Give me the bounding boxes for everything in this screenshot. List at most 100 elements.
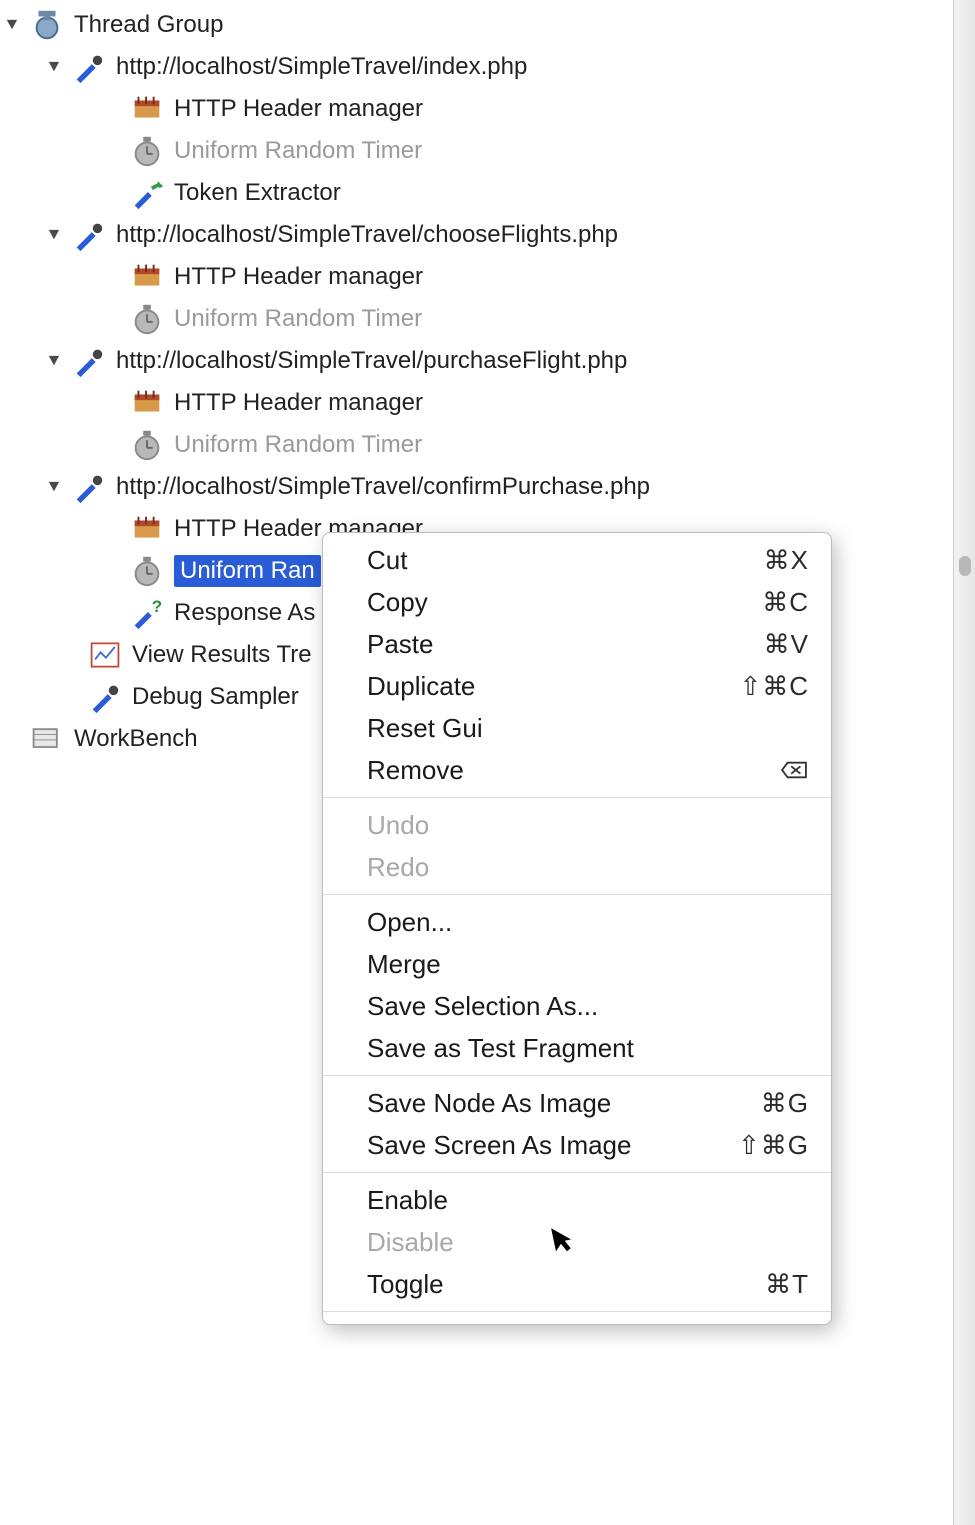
menu-shortcut: ⌘C [762, 587, 809, 618]
tree-label: Uniform Random Timer [174, 305, 422, 333]
menu-remove[interactable]: Remove [323, 749, 831, 791]
menu-duplicate[interactable]: Duplicate ⇧⌘C [323, 665, 831, 707]
menu-label: Undo [367, 810, 429, 841]
menu-undo: Undo [323, 804, 831, 846]
dropper-icon [70, 216, 108, 254]
menu-paste[interactable]: Paste ⌘V [323, 623, 831, 665]
tree-node-timer-disabled[interactable]: Uniform Random Timer [0, 298, 975, 340]
tree-label: HTTP Header manager [174, 263, 423, 291]
menu-label: Save as Test Fragment [367, 1033, 634, 1064]
tree-node-header-manager[interactable]: HTTP Header manager [0, 382, 975, 424]
menu-separator [323, 1075, 831, 1076]
menu-label: Duplicate [367, 671, 475, 702]
expand-toggle-icon[interactable]: ▼ [1, 16, 23, 34]
expand-toggle-icon[interactable]: ▼ [43, 226, 65, 244]
menu-redo: Redo [323, 846, 831, 888]
menu-label: Enable [367, 1185, 448, 1216]
menu-label: Disable [367, 1227, 454, 1258]
tree-label: http://localhost/SimpleTravel/index.php [116, 53, 527, 81]
menu-open[interactable]: Open... [323, 901, 831, 943]
header-manager-icon [128, 384, 166, 422]
tree-node-http-request[interactable]: ▼ http://localhost/SimpleTravel/chooseFl… [0, 214, 975, 256]
menu-shortcut: ⌘V [764, 629, 809, 660]
tree-label: http://localhost/SimpleTravel/chooseFlig… [116, 221, 618, 249]
menu-label: Save Screen As Image [367, 1130, 631, 1161]
menu-separator [323, 894, 831, 895]
menu-save-fragment[interactable]: Save as Test Fragment [323, 1027, 831, 1069]
menu-separator [323, 1311, 831, 1312]
tree-label-selected: Uniform Ran [174, 555, 321, 587]
dropper-icon [70, 48, 108, 86]
timer-icon [128, 300, 166, 338]
menu-shortcut: ⌘G [761, 1088, 809, 1119]
menu-disable: Disable [323, 1221, 831, 1263]
tree-node-http-request[interactable]: ▼ http://localhost/SimpleTravel/purchase… [0, 340, 975, 382]
menu-shortcut: ⌘T [765, 1269, 809, 1300]
tree-label: Debug Sampler [132, 683, 299, 711]
menu-shortcut: ⇧⌘C [739, 671, 809, 702]
menu-copy[interactable]: Copy ⌘C [323, 581, 831, 623]
timer-icon [128, 132, 166, 170]
menu-shortcut: ⌘X [764, 545, 809, 576]
tree-label: Thread Group [74, 11, 223, 39]
extractor-icon [128, 174, 166, 212]
expand-toggle-icon[interactable]: ▼ [43, 352, 65, 370]
tree-label: HTTP Header manager [174, 95, 423, 123]
menu-save-selection[interactable]: Save Selection As... [323, 985, 831, 1027]
menu-separator [323, 797, 831, 798]
delete-icon [779, 759, 809, 781]
menu-save-node-image[interactable]: Save Node As Image ⌘G [323, 1082, 831, 1124]
menu-merge[interactable]: Merge [323, 943, 831, 985]
header-manager-icon [128, 258, 166, 296]
tree-label: WorkBench [74, 725, 198, 753]
tree-node-http-request[interactable]: ▼ http://localhost/SimpleTravel/confirmP… [0, 466, 975, 508]
menu-shortcut: ⇧⌘G [738, 1130, 809, 1161]
tree-node-thread-group[interactable]: ▼ Thread Group [0, 4, 975, 46]
dropper-icon [70, 342, 108, 380]
svg-text:?: ? [152, 597, 162, 616]
thread-group-icon [28, 6, 66, 44]
expand-toggle-icon[interactable]: ▼ [43, 478, 65, 496]
menu-label: Paste [367, 629, 434, 660]
tree-label: http://localhost/SimpleTravel/confirmPur… [116, 473, 650, 501]
tree-label: Response As [174, 599, 315, 627]
tree-node-timer-disabled[interactable]: Uniform Random Timer [0, 130, 975, 172]
workbench-icon [28, 720, 66, 758]
timer-icon [128, 426, 166, 464]
menu-enable[interactable]: Enable [323, 1179, 831, 1221]
menu-label: Reset Gui [367, 713, 483, 744]
menu-label: Copy [367, 587, 428, 618]
tree-label: Token Extractor [174, 179, 341, 207]
menu-label: Save Node As Image [367, 1088, 611, 1119]
tree-label: Uniform Random Timer [174, 431, 422, 459]
dropper-icon [86, 678, 124, 716]
header-manager-icon [128, 510, 166, 548]
tree-node-header-manager[interactable]: HTTP Header manager [0, 88, 975, 130]
tree-label: View Results Tre [132, 641, 312, 669]
tree-label: Uniform Random Timer [174, 137, 422, 165]
header-manager-icon [128, 90, 166, 128]
assertion-icon: ? [128, 594, 166, 632]
timer-icon [128, 552, 166, 590]
tree-label: http://localhost/SimpleTravel/purchaseFl… [116, 347, 627, 375]
tree-node-http-request[interactable]: ▼ http://localhost/SimpleTravel/index.ph… [0, 46, 975, 88]
menu-label: Remove [367, 755, 464, 786]
tree-node-header-manager[interactable]: HTTP Header manager [0, 256, 975, 298]
results-tree-icon [86, 636, 124, 674]
menu-label: Redo [367, 852, 429, 883]
menu-separator [323, 1172, 831, 1173]
menu-label: Open... [367, 907, 452, 938]
menu-label: Merge [367, 949, 441, 980]
expand-toggle-icon[interactable]: ▼ [43, 58, 65, 76]
menu-label: Cut [367, 545, 407, 576]
menu-save-screen-image[interactable]: Save Screen As Image ⇧⌘G [323, 1124, 831, 1166]
menu-reset-gui[interactable]: Reset Gui [323, 707, 831, 749]
menu-cut[interactable]: Cut ⌘X [323, 539, 831, 581]
tree-label: HTTP Header manager [174, 389, 423, 417]
menu-toggle[interactable]: Toggle ⌘T [323, 1263, 831, 1305]
tree-node-timer-disabled[interactable]: Uniform Random Timer [0, 424, 975, 466]
context-menu: Cut ⌘X Copy ⌘C Paste ⌘V Duplicate ⇧⌘C Re… [322, 532, 832, 1325]
tree-node-token-extractor[interactable]: Token Extractor [0, 172, 975, 214]
menu-label: Toggle [367, 1269, 444, 1300]
menu-label: Save Selection As... [367, 991, 598, 1022]
